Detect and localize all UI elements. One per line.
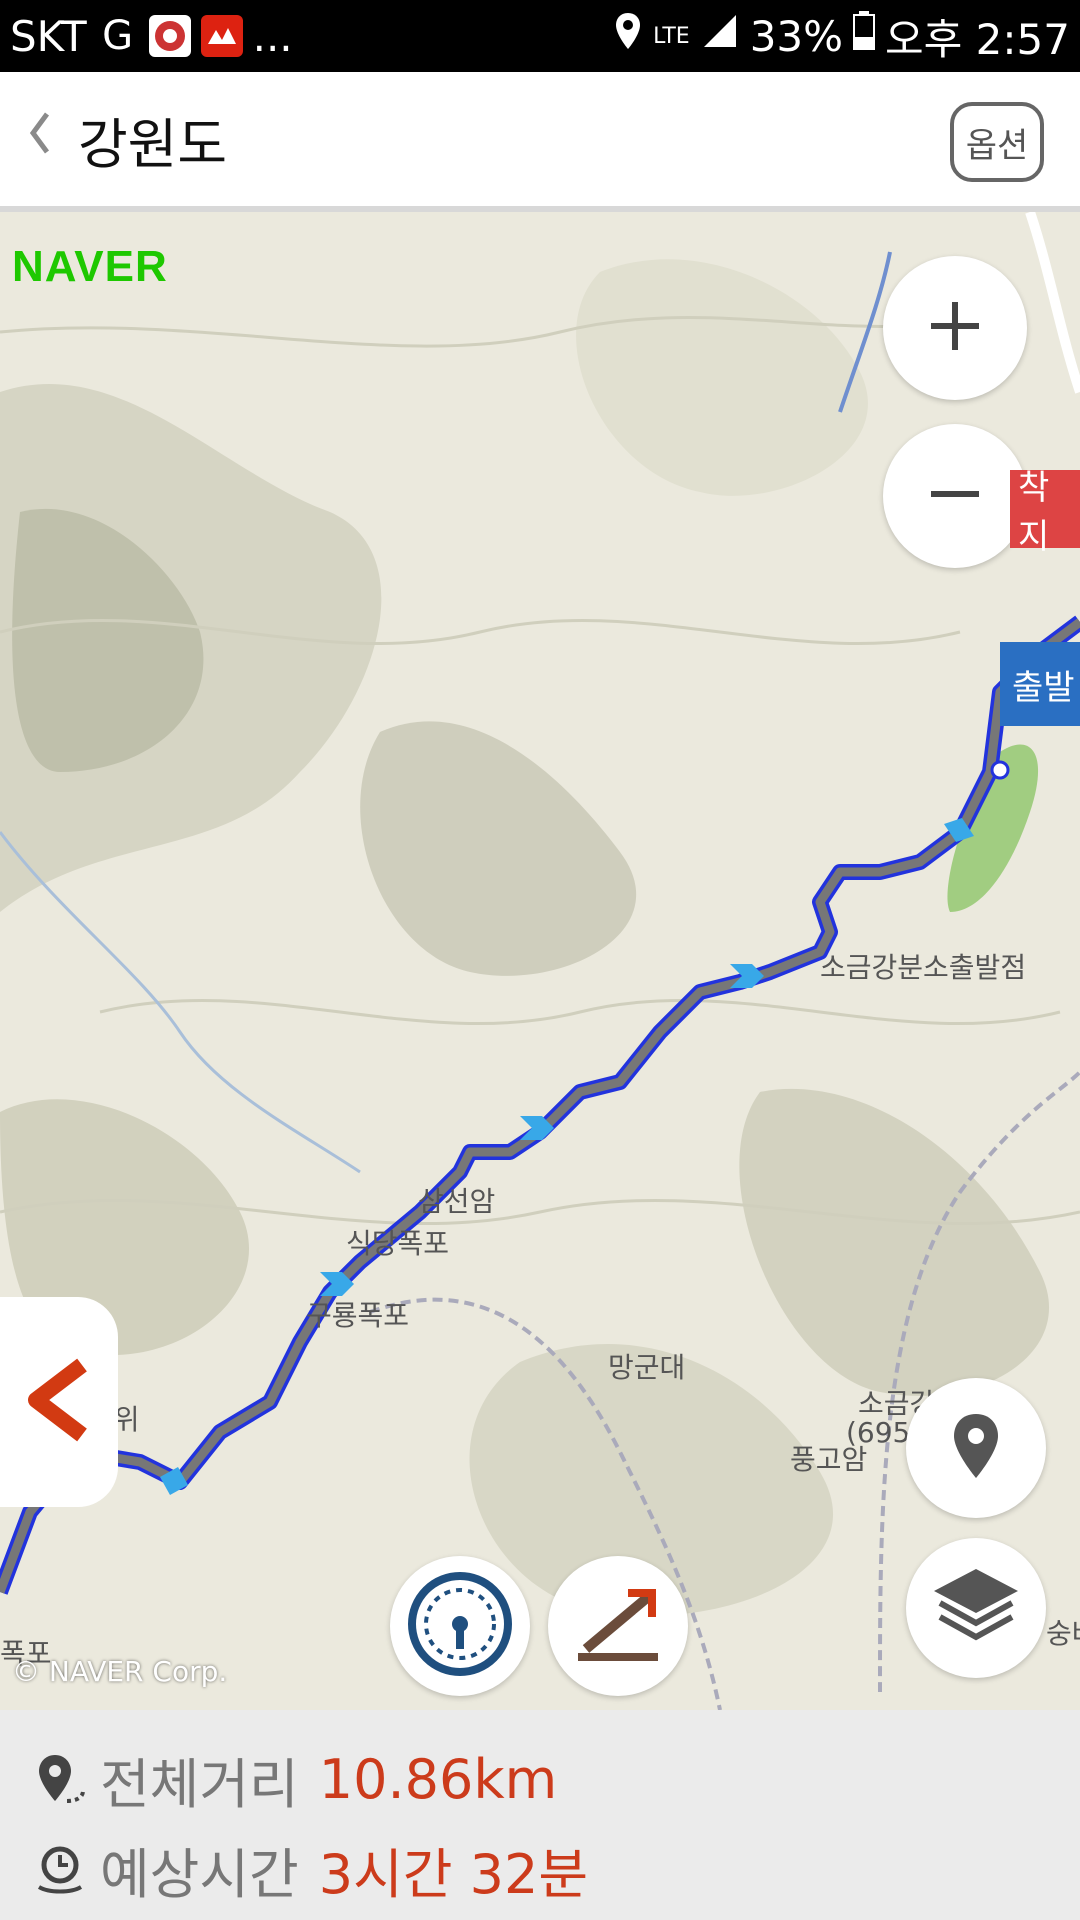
plus-icon — [927, 298, 983, 358]
map-label-manggundae: 망군대 — [608, 1351, 686, 1384]
map-view[interactable]: NAVER 착지 출발 소금강분소출발점 삼선암 식당폭포 구룡폭포 망군대 바… — [0, 212, 1080, 1710]
collapse-panel-button[interactable] — [0, 1297, 118, 1507]
carrier-text: SKT — [10, 11, 87, 61]
minus-icon — [927, 466, 983, 526]
app-header: 강원도 옵션 — [0, 72, 1080, 212]
more-notifications: ... — [252, 11, 293, 61]
location-pin-icon — [948, 1410, 1004, 1486]
route-pin-icon — [30, 1750, 90, 1810]
speed-gauge-button[interactable] — [390, 1556, 530, 1696]
network-type: LTE — [653, 23, 690, 49]
mountain-app-icon — [148, 15, 191, 57]
map-label-right-edge: 숭바 — [1046, 1617, 1080, 1650]
status-bar: SKT G ... LTE 33% 오후 2:57 — [0, 0, 1080, 72]
end-point-flag[interactable]: 착지 — [1010, 468, 1080, 557]
map-layers-button[interactable] — [906, 1538, 1046, 1678]
my-location-button[interactable] — [906, 1378, 1046, 1518]
naver-logo: NAVER — [12, 242, 168, 291]
location-status-icon — [613, 11, 643, 61]
map-label-guryong: 구룡폭포 — [306, 1299, 410, 1332]
total-distance-value: 10.86km — [318, 1748, 558, 1811]
zoom-in-button[interactable] — [883, 256, 1027, 400]
options-button[interactable]: 옵션 — [950, 102, 1044, 182]
battery-icon — [853, 11, 876, 61]
chevron-left-icon — [24, 1355, 94, 1449]
elevation-icon — [568, 1579, 668, 1673]
layers-icon — [928, 1563, 1024, 1653]
route-summary-panel: 전체거리 10.86km 예상시간 3시간 32분 — [0, 1710, 1080, 1920]
zoom-out-button[interactable] — [883, 424, 1027, 568]
battery-percent: 33% — [749, 11, 844, 61]
map-label-fall1: 식당폭포 — [346, 1227, 450, 1260]
map-label-branch: 소금강분소출발점 — [820, 951, 1027, 984]
estimated-time-row: 예상시간 3시간 32분 — [30, 1830, 588, 1909]
signal-icon — [700, 11, 740, 61]
page-title: 강원도 — [78, 112, 228, 176]
map-label-samseonam: 삼선암 — [418, 1185, 496, 1218]
g-app-icon: G — [102, 13, 134, 59]
estimated-time-label: 예상시간 — [100, 1843, 299, 1906]
map-copyright: © NAVER Corp. — [12, 1655, 228, 1688]
back-button[interactable] — [10, 109, 70, 169]
estimated-time-value: 3시간 32분 — [318, 1843, 589, 1906]
hiking-app-icon — [200, 15, 243, 57]
clock: 오후 2:57 — [885, 14, 1070, 64]
map-label-punggoam: 풍고암 — [790, 1443, 868, 1476]
gauge-icon — [405, 1569, 515, 1683]
clock-icon — [30, 1840, 90, 1900]
chevron-left-icon — [25, 108, 55, 171]
total-distance-row: 전체거리 10.86km — [30, 1740, 557, 1819]
total-distance-label: 전체거리 — [100, 1753, 299, 1816]
elevation-profile-button[interactable] — [548, 1556, 688, 1696]
start-point-flag[interactable]: 출발 — [1000, 642, 1080, 726]
